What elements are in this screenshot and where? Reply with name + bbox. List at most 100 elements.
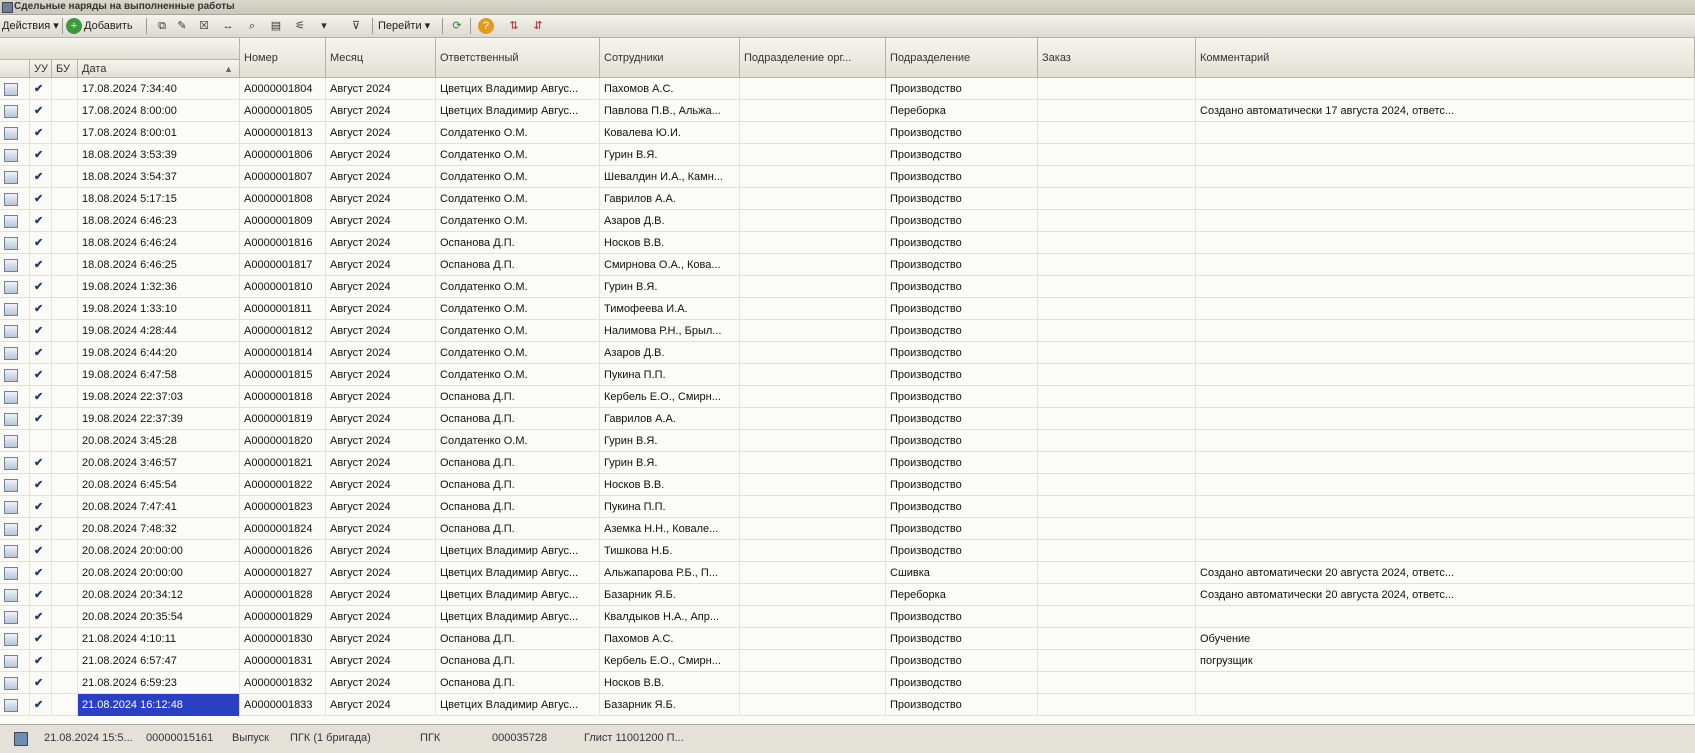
filter-list-icon[interactable]: ▾ <box>316 18 332 34</box>
cell-date: 20.08.2024 20:34:12 <box>78 584 240 606</box>
toolbar-separator <box>470 18 471 34</box>
column-employees[interactable]: Сотрудники <box>600 38 740 78</box>
cell-responsible: Оспанова Д.П. <box>436 672 600 694</box>
delete-mark-icon[interactable]: ☒ <box>196 18 212 34</box>
table-row[interactable]: ✔ 17.08.2024 8:00:01 А0000001813 Август 202… <box>0 122 1695 144</box>
column-date[interactable]: Дата ▲ <box>78 60 240 78</box>
actions-menu-button[interactable]: Действия ▾ <box>2 18 59 34</box>
column-order[interactable]: Заказ <box>1038 38 1196 78</box>
edit-icon[interactable]: ✎ <box>174 18 190 34</box>
cell-comment: Создано автоматически 20 августа 2024, о… <box>1196 584 1695 606</box>
cell-date: 17.08.2024 7:34:40 <box>78 78 240 100</box>
debit-credit-icon[interactable]: ⇅ <box>506 18 522 34</box>
bu-cell <box>52 694 78 716</box>
column-number[interactable]: Номер <box>240 38 326 78</box>
table-row[interactable]: ✔ 20.08.2024 7:48:32 А0000001824 Август 202… <box>0 518 1695 540</box>
table-row[interactable]: ✔ 19.08.2024 4:28:44 А0000001812 Август 202… <box>0 320 1695 342</box>
table-row[interactable]: ✔ 20.08.2024 20:00:00 А0000001826 Август 20… <box>0 540 1695 562</box>
copy-icon[interactable]: ⧉ <box>154 18 170 34</box>
document-icon <box>0 298 30 320</box>
status-number: 00000015161 <box>146 732 214 744</box>
cell-order <box>1038 496 1196 518</box>
cell-number: А0000001828 <box>240 584 326 606</box>
table-row[interactable]: ✔ 17.08.2024 7:34:40 А0000001804 Август 202… <box>0 78 1695 100</box>
table-row[interactable]: ✔ 19.08.2024 1:32:36 А0000001810 Август 202… <box>0 276 1695 298</box>
filter-icon[interactable]: ▤ <box>268 18 284 34</box>
cell-division: Производство <box>886 540 1038 562</box>
cell-org-division <box>740 408 886 430</box>
cell-order <box>1038 452 1196 474</box>
table-row[interactable]: ✔ 18.08.2024 6:46:25 А0000001817 Август 202… <box>0 254 1695 276</box>
cell-date: 21.08.2024 6:57:47 <box>78 650 240 672</box>
cell-month: Август 2024 <box>326 386 436 408</box>
table-row[interactable]: ✔ 21.08.2024 6:59:23 А0000001832 Август 202… <box>0 672 1695 694</box>
table-row[interactable]: ✔ 20.08.2024 20:00:00 А0000001827 Август 20… <box>0 562 1695 584</box>
column-uu[interactable]: УУ <box>30 60 52 78</box>
cell-number: А0000001809 <box>240 210 326 232</box>
bu-cell <box>52 232 78 254</box>
cell-responsible: Цветцих Владимир Авгус... <box>436 78 600 100</box>
post-icon[interactable]: ↔ <box>220 18 236 34</box>
add-button[interactable]: Добавить <box>84 18 133 34</box>
column-responsible[interactable]: Ответственный <box>436 38 600 78</box>
column-bu[interactable]: БУ <box>52 60 78 78</box>
cell-order <box>1038 430 1196 452</box>
cell-employees: Павлова П.В., Альжа... <box>600 100 740 122</box>
document-icon <box>0 188 30 210</box>
column-comment[interactable]: Комментарий <box>1196 38 1695 78</box>
table-row[interactable]: ✔ 20.08.2024 20:35:54 А0000001829 Август 20… <box>0 606 1695 628</box>
cell-month: Август 2024 <box>326 276 436 298</box>
table-row[interactable]: ✔ 19.08.2024 1:33:10 А0000001811 Август 202… <box>0 298 1695 320</box>
column-org-division[interactable]: Подразделение орг... <box>740 38 886 78</box>
table-row[interactable]: ✔ 19.08.2024 22:37:03 А0000001818 Август 20… <box>0 386 1695 408</box>
table-row[interactable]: ✔ 20.08.2024 6:45:54 А0000001822 Август 202… <box>0 474 1695 496</box>
help-icon[interactable]: ? <box>478 18 494 34</box>
uu-checkmark: ✔ <box>30 606 52 628</box>
table-row[interactable]: ✔ 19.08.2024 6:47:58 А0000001815 Август 202… <box>0 364 1695 386</box>
document-icon <box>0 144 30 166</box>
uu-checkmark: ✔ <box>30 144 52 166</box>
cell-org-division <box>740 518 886 540</box>
table-row[interactable]: ✔ 18.08.2024 6:46:24 А0000001816 Август 202… <box>0 232 1695 254</box>
table-row[interactable]: ✔ 18.08.2024 3:53:39 А0000001806 Август 202… <box>0 144 1695 166</box>
cell-division: Производство <box>886 474 1038 496</box>
cell-order <box>1038 584 1196 606</box>
cell-employees: Гурин В.Я. <box>600 144 740 166</box>
add-icon[interactable]: + <box>66 18 82 34</box>
cell-employees: Кербель Е.О., Смирн... <box>600 650 740 672</box>
cell-order <box>1038 672 1196 694</box>
cell-number: А0000001804 <box>240 78 326 100</box>
table-row[interactable]: ✔ 21.08.2024 6:57:47 А0000001831 Август 202… <box>0 650 1695 672</box>
column-division[interactable]: Подразделение <box>886 38 1038 78</box>
cell-responsible: Оспанова Д.П. <box>436 474 600 496</box>
toolbar-separator <box>372 18 373 34</box>
debit-credit-ru-icon[interactable]: ⇵ <box>530 18 546 34</box>
filter-settings-icon[interactable]: ⚟ <box>292 18 308 34</box>
table-row[interactable]: ✔ 20.08.2024 20:34:12 А0000001828 Август 20… <box>0 584 1695 606</box>
table-row[interactable]: ✔ 19.08.2024 22:37:39 А0000001819 Август 20… <box>0 408 1695 430</box>
table-row[interactable]: ✔ 21.08.2024 4:10:11 А0000001830 Август 202… <box>0 628 1695 650</box>
table-row[interactable]: ✔ 17.08.2024 8:00:00 А0000001805 Август 202… <box>0 100 1695 122</box>
clear-filter-icon[interactable]: ⊽ <box>348 18 364 34</box>
table-row[interactable]: ✔ 21.08.2024 16:12:48 А0000001833 Август 20… <box>0 694 1695 716</box>
table-row[interactable]: ✔ 19.08.2024 6:44:20 А0000001814 Август 202… <box>0 342 1695 364</box>
find-icon[interactable]: ⌕ <box>244 18 260 34</box>
table-row[interactable]: 20.08.2024 3:45:28 А0000001820 Август 2024… <box>0 430 1695 452</box>
cell-division: Производство <box>886 276 1038 298</box>
goto-menu-button[interactable]: Перейти ▾ <box>378 18 430 34</box>
column-month[interactable]: Месяц <box>326 38 436 78</box>
table-row[interactable]: ✔ 18.08.2024 5:17:15 А0000001808 Август 202… <box>0 188 1695 210</box>
cell-month: Август 2024 <box>326 540 436 562</box>
table-row[interactable]: ✔ 20.08.2024 7:47:41 А0000001823 Август 202… <box>0 496 1695 518</box>
table-row[interactable]: ✔ 20.08.2024 3:46:57 А0000001821 Август 202… <box>0 452 1695 474</box>
cell-employees: Азаров Д.В. <box>600 342 740 364</box>
uu-checkmark: ✔ <box>30 320 52 342</box>
cell-order <box>1038 232 1196 254</box>
cell-responsible: Оспанова Д.П. <box>436 452 600 474</box>
window-title: Сдельные наряды на выполненные работы <box>14 1 235 12</box>
table-row[interactable]: ✔ 18.08.2024 3:54:37 А0000001807 Август 202… <box>0 166 1695 188</box>
bu-cell <box>52 78 78 100</box>
cell-number: А0000001823 <box>240 496 326 518</box>
table-row[interactable]: ✔ 18.08.2024 6:46:23 А0000001809 Август 202… <box>0 210 1695 232</box>
refresh-icon[interactable]: ⟳ <box>449 18 465 34</box>
